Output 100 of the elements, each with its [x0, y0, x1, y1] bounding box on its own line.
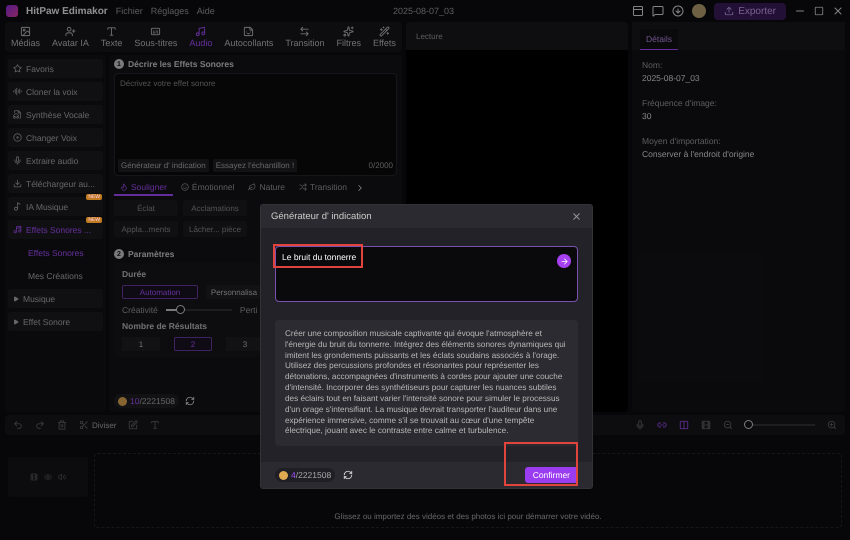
close-icon — [832, 5, 844, 17]
tab-icon — [195, 26, 206, 37]
details-tab[interactable]: Détails — [640, 29, 678, 50]
speaker-icon — [58, 473, 66, 481]
category-tab[interactable]: Souligner — [114, 180, 173, 196]
character-counter: 0/2000 — [368, 161, 393, 170]
toolbar-tab[interactable]: Sous-titres — [134, 26, 178, 48]
sound-chip[interactable]: Appla...ments — [114, 221, 178, 237]
prompt-input[interactable]: Le bruit du tonnerre — [282, 252, 557, 262]
refresh-icon — [184, 396, 195, 406]
sound-chip[interactable]: Acclamations — [183, 200, 247, 216]
tab-icon — [64, 26, 76, 37]
export-button[interactable]: Exporter — [714, 2, 786, 20]
sidebar-subitem[interactable]: Effets Sonores — [8, 243, 103, 262]
avatar[interactable] — [692, 4, 706, 18]
sidebar-subitem[interactable]: Mes Créations — [8, 266, 103, 285]
duration-option[interactable]: Automation — [122, 285, 198, 299]
credit-counter: 4/2221508 — [275, 468, 336, 482]
suggestion-text: Créer une composition musicale captivante qui évoque l'atmosphère et l'énergie du bruit du tonnerre. Intégrez des éléments sonores dynamiques qui imitent les grondements puissants et les éclats soudains associés à l'orage. Utilisez des percussions profondes et résonantes pour représenter les détonations, accompagnées d'instruments à cordes pour ajouter une couche d'intensité. Incorporer des synthétiseurs pour capturer les nuances subtiles des éclairs tout en faisant varier l'intensité sonore pour simuler le processus d'un orage s'intensifiant. La musique devrait transporter l'auditeur dans une expérience immersive, comme s'il se trouvait au cœur d'une tempête électrique, jouant avec le contraste entre calme et turbulence. — [275, 320, 578, 446]
menu-item[interactable]: Fichier — [116, 6, 143, 16]
sound-chip[interactable]: Lâcher... pièce — [183, 221, 247, 237]
toolbar-tab[interactable]: Avatar IA — [52, 26, 89, 48]
category-icon — [120, 183, 128, 191]
toolbar-tab[interactable]: Autocollants — [224, 26, 274, 48]
field-value: 2025-08-07_03 — [642, 73, 701, 83]
edit-icon — [128, 420, 138, 430]
eye-icon — [44, 473, 52, 481]
prompt-button[interactable]: Générateur d' indication — [118, 159, 209, 172]
toolbar-tab[interactable]: Texte — [100, 26, 122, 48]
sidebar-item[interactable]: Changer Voix — [8, 128, 103, 147]
undo-icon — [13, 420, 23, 430]
result-count-option[interactable]: 2 — [174, 337, 212, 351]
sound-chip[interactable]: Éclat — [114, 200, 178, 216]
send-button[interactable] — [557, 254, 571, 268]
item-icon — [13, 64, 22, 73]
sidebar-item[interactable]: Téléchargeur au... — [8, 174, 103, 193]
toolbar-tab[interactable]: Transition — [285, 26, 325, 48]
arrow-right-icon — [560, 256, 568, 266]
slider-thumb[interactable] — [744, 420, 753, 429]
film-icon — [30, 473, 38, 481]
layout-icon — [632, 5, 644, 17]
description-field[interactable]: Décrivez votre effet sonore Générateur d' indication Essayez l'échantillon ! 0/2000 — [114, 73, 397, 176]
tab-icon — [20, 26, 31, 37]
scissors-icon — [79, 420, 89, 430]
caret-icon — [13, 318, 19, 324]
sidebar-item[interactable]: Favoris — [8, 59, 103, 78]
section-title: Paramètres — [128, 249, 174, 259]
split-label[interactable]: Diviser — [92, 420, 116, 430]
results-label: Nombre de Résultats — [122, 321, 208, 331]
duration-option[interactable]: Personnalisa — [206, 285, 262, 299]
category-tab[interactable]: Émotionnel — [174, 180, 240, 196]
refresh-icon — [343, 470, 354, 480]
tab-icon — [150, 26, 162, 37]
category-tab[interactable]: Transition — [292, 180, 353, 196]
toolbar-tab[interactable]: Effets — [373, 26, 396, 48]
tab-icon — [106, 26, 118, 37]
zoom-in-icon — [827, 420, 837, 430]
item-icon — [13, 225, 22, 234]
item-icon — [13, 202, 22, 211]
field-label: Moyen d'importation: — [642, 136, 722, 146]
category-icon — [180, 183, 189, 191]
sidebar-item[interactable]: Effet Sonore — [8, 312, 103, 331]
project-title: 2025-08-07_03 — [392, 6, 456, 16]
sidebar-item[interactable]: IA Musique — [8, 197, 103, 216]
creativity-label: Créativité — [122, 305, 158, 315]
sidebar-item[interactable]: Cloner la voix — [8, 82, 103, 101]
upload-icon — [724, 6, 734, 16]
zoom-out-icon — [723, 420, 733, 430]
item-icon — [13, 156, 22, 165]
text-icon — [150, 420, 160, 430]
field-value: Conserver à l'endroit d'origine — [642, 149, 756, 159]
toolbar-tab[interactable]: Filtres — [336, 26, 362, 48]
toolbar-tab[interactable]: Médias — [10, 26, 40, 48]
confirm-button[interactable]: Confirmer — [524, 467, 578, 483]
category-icon — [248, 183, 256, 191]
dialog-title: Générateur d' indication — [271, 211, 372, 222]
menu-item[interactable]: Réglages — [150, 6, 189, 16]
film-icon — [701, 420, 711, 430]
chat-icon — [652, 5, 664, 17]
category-tab[interactable]: Nature — [242, 180, 291, 196]
relevance-label: Perti — [240, 305, 258, 315]
sidebar-item[interactable]: Extraire audio — [8, 151, 103, 170]
tab-icon — [243, 26, 254, 37]
field-label: Nom: — [642, 60, 664, 70]
caret-icon — [13, 296, 19, 302]
toolbar-tab[interactable]: Audio — [189, 26, 212, 48]
sidebar-item[interactable]: Effets Sonores ... — [8, 220, 103, 239]
result-count-option[interactable]: 1 — [122, 337, 160, 351]
menu-item[interactable]: Aide — [196, 6, 215, 16]
slider-thumb[interactable] — [176, 305, 186, 314]
download-icon — [672, 5, 684, 17]
tab-icon — [378, 26, 390, 37]
redo-icon — [35, 420, 45, 430]
preview-title: Lecture — [416, 32, 443, 40]
sidebar-item[interactable]: Synthèse Vocale — [8, 105, 103, 124]
close-icon[interactable] — [571, 211, 582, 222]
maximize-icon — [814, 6, 824, 16]
app-name: HitPaw Edimakor — [26, 6, 108, 16]
prompt-button[interactable]: Essayez l'échantillon ! — [212, 159, 298, 172]
sidebar-item[interactable]: Musique — [8, 289, 103, 308]
